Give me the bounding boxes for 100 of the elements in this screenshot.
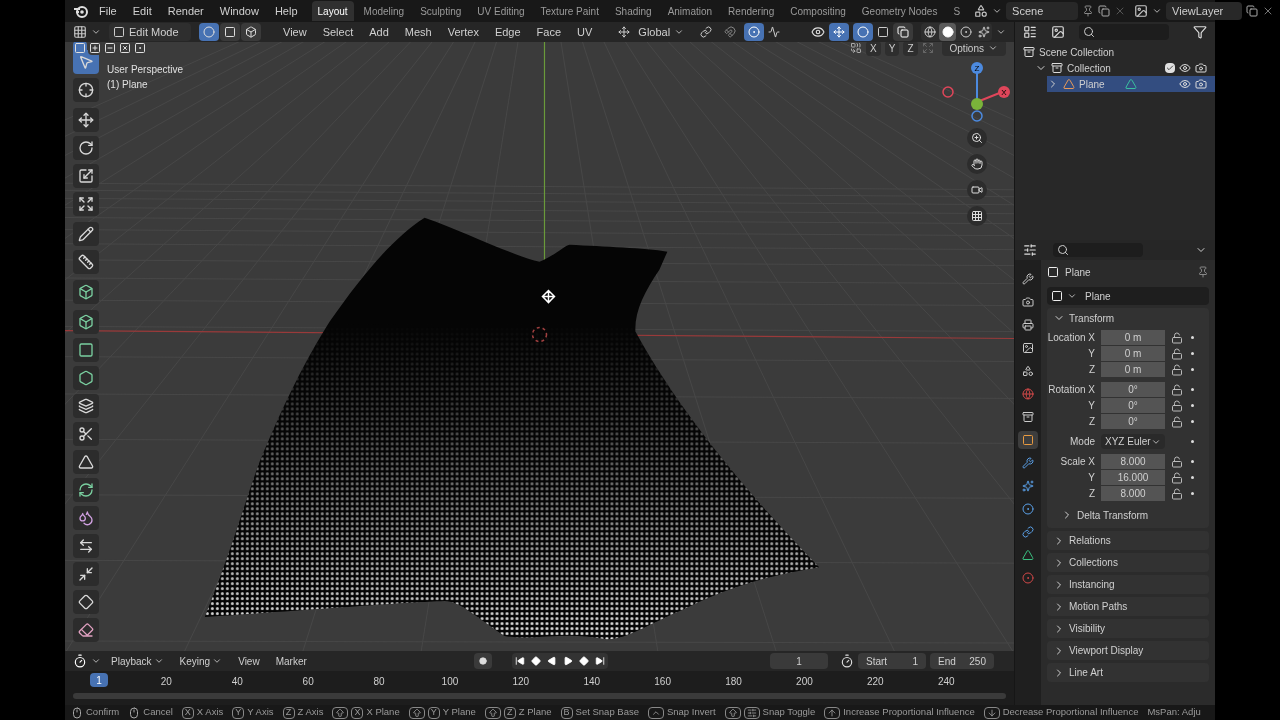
panel-header[interactable]: Viewport Display — [1047, 641, 1209, 660]
workspace-tab[interactable]: Shading — [608, 1, 658, 21]
outliner-label: Scene Collection — [1039, 45, 1115, 60]
current-frame-field[interactable]: 1 — [770, 653, 828, 669]
object-name-text: Plane — [1065, 265, 1091, 280]
frame-tick-label: 60 — [302, 675, 314, 689]
status-hint: X Plane — [366, 705, 400, 720]
orientation-dropdown[interactable]: Global — [634, 23, 689, 41]
outliner-row[interactable]: Plane — [1047, 76, 1215, 92]
workspace-tab[interactable]: Modeling — [357, 1, 411, 21]
status-hint: Z Plane — [518, 705, 552, 720]
status-hint: Snap Invert — [666, 705, 716, 720]
viewport-menu[interactable]: Select — [316, 23, 360, 41]
mode-dropdown[interactable]: Edit Mode — [109, 23, 191, 41]
outliner-row[interactable]: Scene Collection — [1023, 44, 1215, 60]
status-hint: Set Snap Base — [575, 705, 639, 720]
panel-header[interactable]: Instancing — [1047, 575, 1209, 594]
menu-item[interactable]: Render — [161, 2, 210, 20]
status-hint: Confirm — [86, 705, 120, 720]
number-field[interactable]: 8.000 — [1101, 486, 1165, 501]
viewport-menu[interactable]: View — [277, 23, 313, 41]
field-label: Z — [1087, 363, 1096, 377]
status-hint: X Axis — [196, 705, 224, 720]
number-field[interactable]: 16.000 — [1101, 470, 1165, 485]
frame-tick-label: 240 — [937, 675, 955, 689]
object-name-field[interactable]: Plane — [1081, 288, 1111, 304]
status-hint: MsPan: Adju — [1147, 705, 1201, 720]
status-hint: Z Axis — [297, 705, 324, 720]
viewport-menu[interactable]: Edge — [488, 23, 527, 41]
options-dropdown[interactable]: Options — [941, 42, 1006, 56]
panel-header[interactable]: Collections — [1047, 553, 1209, 572]
number-field[interactable]: 0° — [1101, 382, 1165, 397]
frame-tick-label: 120 — [512, 675, 530, 689]
frame-tick-label: 140 — [583, 675, 601, 689]
field-label: Z — [1087, 415, 1096, 429]
key-cap: Z — [503, 706, 516, 719]
menu-item[interactable]: File — [93, 2, 123, 20]
menu-item[interactable]: Window — [213, 2, 265, 20]
subpanel-header[interactable]: Delta Transform — [1047, 506, 1209, 524]
field-label: Mode — [1069, 435, 1096, 449]
object-name-text: (1) Plane — [107, 78, 149, 92]
mirror-axis-toggle[interactable]: X — [866, 42, 881, 56]
frame-tick-label: 180 — [725, 675, 742, 689]
timeline-menu[interactable]: View — [232, 653, 266, 669]
field-label: Rotation X — [1047, 383, 1096, 397]
status-hint: Y Axis — [247, 705, 274, 720]
navigation-gizmo-drawing[interactable]: Z X — [942, 62, 1012, 122]
key-cap: Y — [232, 706, 245, 719]
frame-tick-label: 220 — [867, 675, 884, 689]
key-cap: X — [181, 706, 194, 719]
timeline-menu[interactable]: Marker — [269, 653, 313, 669]
view-layer-field[interactable]: ViewLayer — [1166, 2, 1243, 20]
workspace-tab[interactable]: Layout — [311, 1, 354, 21]
menu-item[interactable]: Edit — [126, 2, 158, 20]
mirror-axis-toggle[interactable]: Z — [903, 42, 918, 56]
key-cap: Z — [282, 706, 295, 719]
viewport-menu[interactable]: Mesh — [398, 23, 438, 41]
field-label: Location X — [1047, 331, 1096, 345]
workspace-tab[interactable]: Compositing — [784, 1, 852, 21]
playhead[interactable]: 1 — [90, 673, 108, 687]
number-field[interactable]: 0 m — [1101, 362, 1165, 377]
menu-item[interactable]: Help — [268, 2, 304, 20]
workspace-tab[interactable]: S — [947, 1, 967, 21]
viewport-menu[interactable]: Vertex — [441, 23, 485, 41]
panel-header[interactable]: Line Art — [1047, 663, 1209, 682]
key-cap: X — [351, 706, 364, 719]
panel-header[interactable]: Visibility — [1047, 619, 1209, 638]
viewport-menu[interactable]: UV — [571, 23, 599, 41]
number-field[interactable]: 0 m — [1101, 346, 1165, 361]
panel-header[interactable]: Motion Paths — [1047, 597, 1209, 616]
workspace-tab[interactable]: Rendering — [722, 1, 781, 21]
field-label: Z — [1087, 487, 1096, 501]
number-field[interactable]: 8.000 — [1101, 454, 1165, 469]
end-frame-field[interactable]: End 250 — [930, 653, 994, 669]
start-frame-field[interactable]: Start 1 — [858, 653, 926, 669]
workspace-tab[interactable]: Geometry Nodes — [855, 1, 944, 21]
scene-field[interactable]: Scene — [1006, 2, 1079, 20]
number-field[interactable]: 0 m — [1101, 330, 1165, 345]
panel-header[interactable]: Relations — [1047, 531, 1209, 550]
key-cap: B — [560, 706, 573, 719]
status-hint: Decrease Proportional Influence — [1002, 705, 1139, 720]
workspace-tab[interactable]: Sculpting — [414, 1, 468, 21]
viewport-menu[interactable]: Add — [363, 23, 395, 41]
timeline-menu[interactable]: Keying — [173, 653, 229, 669]
status-hint: Cancel — [143, 705, 173, 720]
frame-tick-label: 20 — [160, 675, 172, 689]
status-hint: Y Plane — [442, 705, 476, 720]
outliner-row[interactable]: Collection — [1035, 60, 1215, 76]
viewport-menu[interactable]: Face — [530, 23, 568, 41]
field-label: Y — [1087, 471, 1096, 485]
workspace-tab[interactable]: Texture Paint — [534, 1, 605, 21]
field-label: Scale X — [1059, 455, 1096, 469]
rotation-mode-dropdown[interactable]: XYZ Euler — [1101, 434, 1165, 449]
number-field[interactable]: 0° — [1101, 398, 1165, 413]
frame-tick-label: 100 — [441, 675, 459, 689]
transform-panel-header[interactable]: Transform — [1047, 308, 1209, 328]
timeline-menu[interactable]: Playback — [105, 653, 170, 669]
workspace-tab[interactable]: Animation — [661, 1, 719, 21]
workspace-tab[interactable]: UV Editing — [471, 1, 531, 21]
number-field[interactable]: 0° — [1101, 414, 1165, 429]
